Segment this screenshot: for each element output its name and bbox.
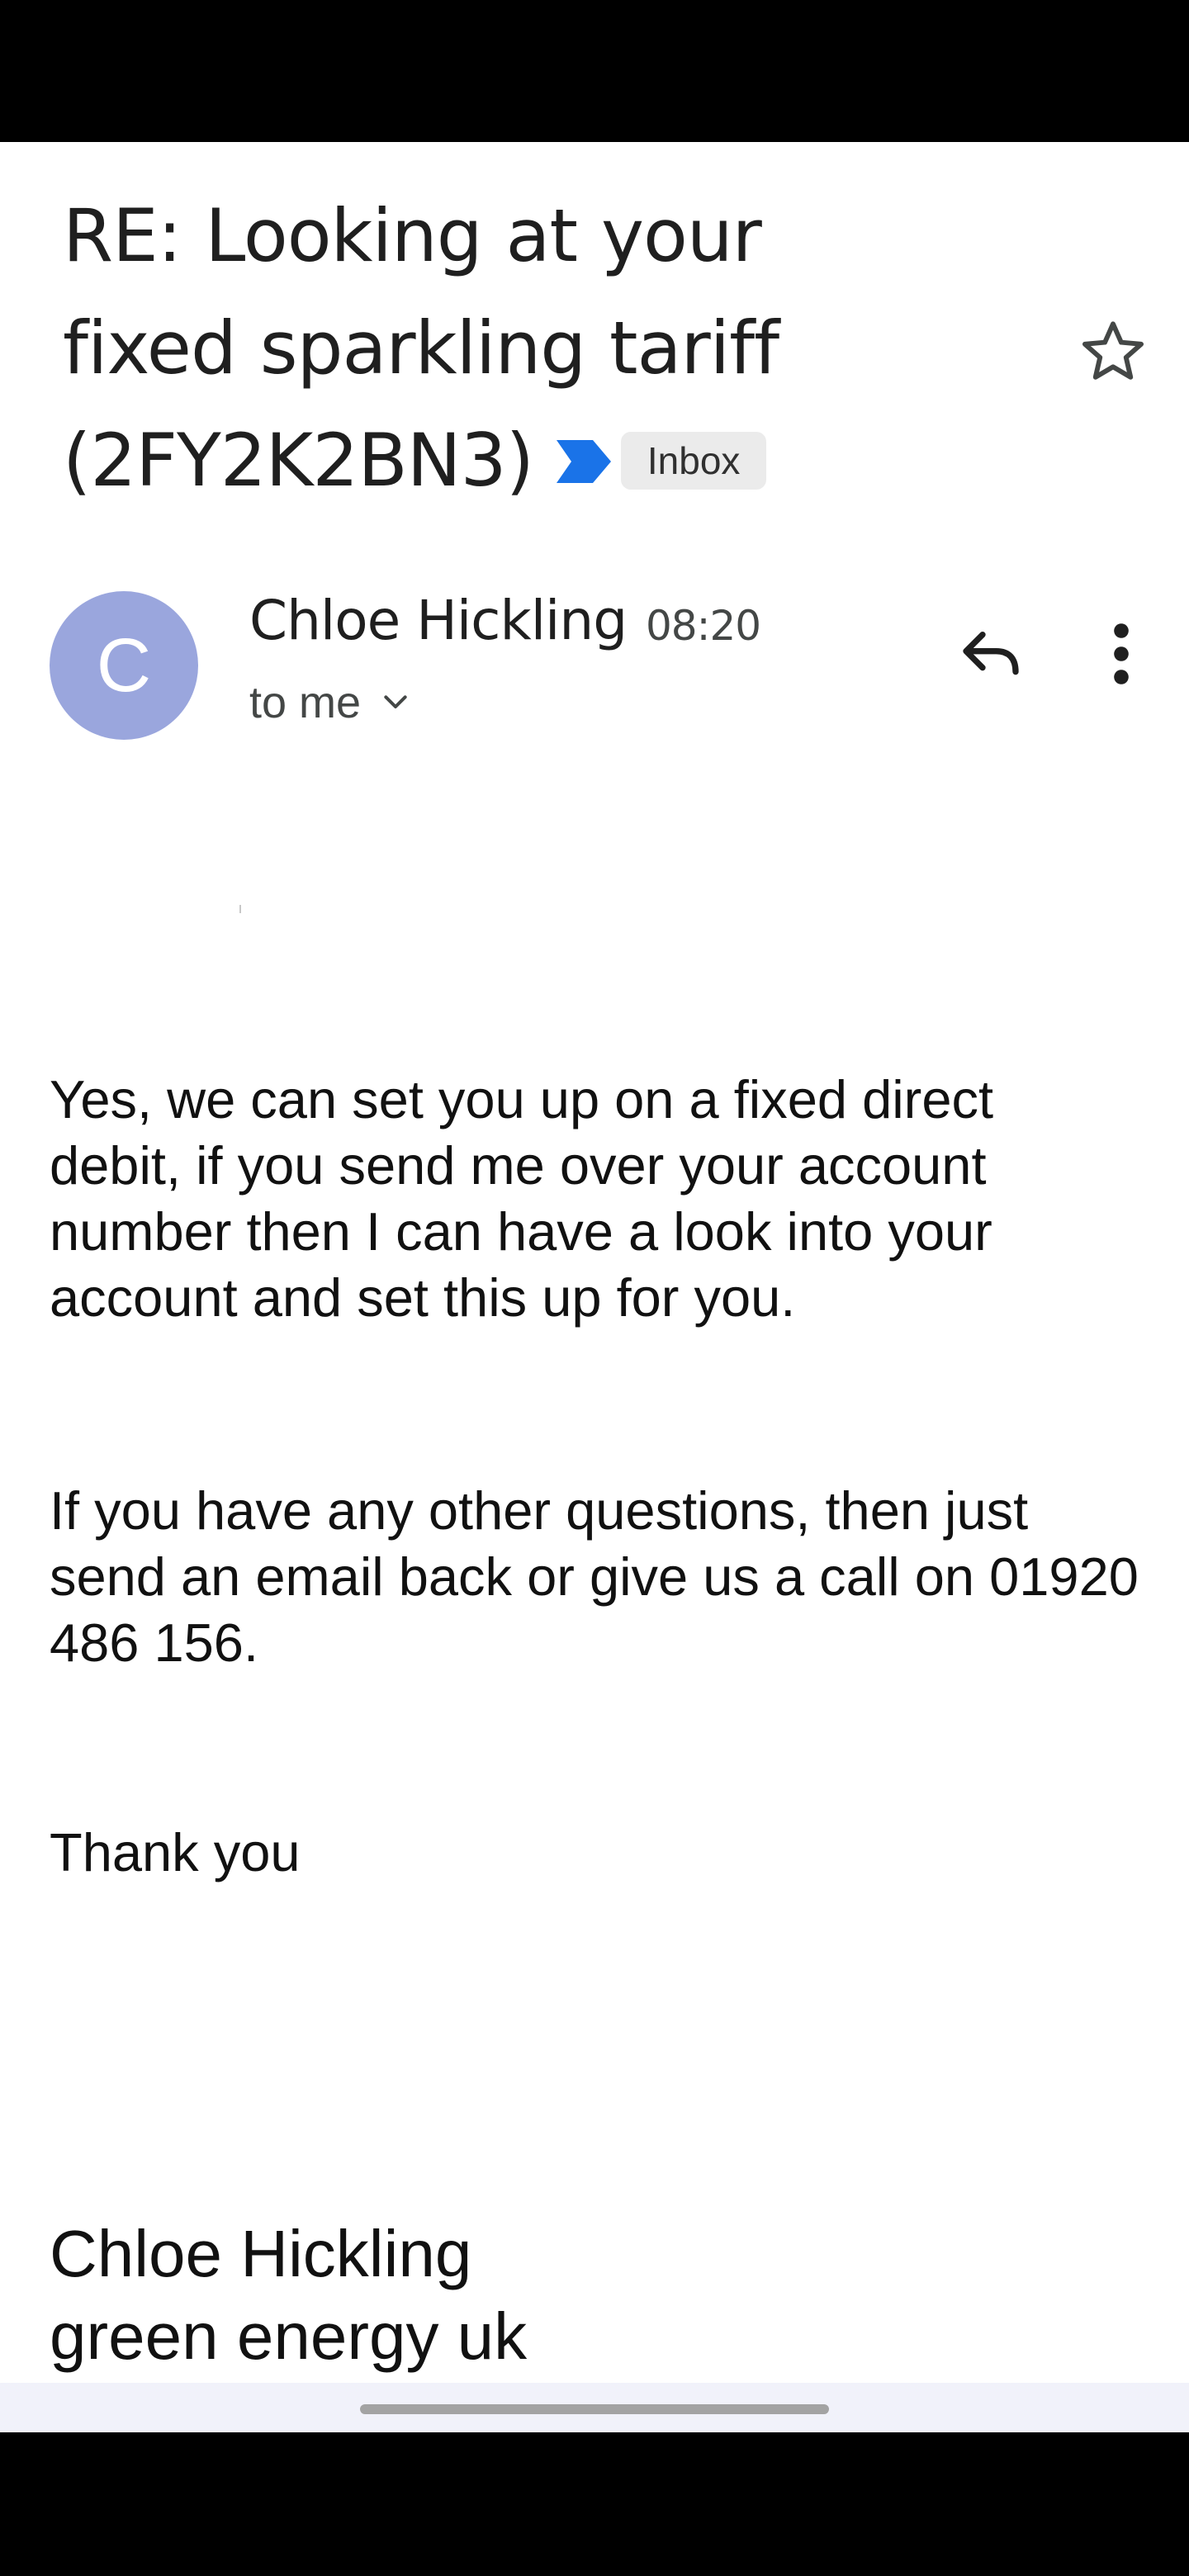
home-indicator[interactable]: [360, 2404, 829, 2414]
sent-time: 08:20: [646, 602, 761, 650]
email-subject: RE: Looking at your fixed sparkling tari…: [63, 180, 1029, 517]
bottom-system-bar: [0, 2432, 1189, 2576]
chevron-down-icon: [384, 695, 407, 708]
sender-name[interactable]: Chloe Hickling: [249, 588, 628, 654]
important-marker-icon[interactable]: [556, 440, 611, 484]
inbox-label-chip[interactable]: Inbox: [620, 432, 767, 490]
embedded-image-placeholder: [239, 905, 241, 913]
body-paragraph-2: If you have any other questions, then ju…: [50, 1480, 1139, 1673]
reply-icon[interactable]: [958, 621, 1024, 687]
body-closing: Thank you: [50, 1822, 301, 1882]
subject-line-2: fixed sparkling tariff: [63, 305, 779, 391]
signature-company: green energy uk: [50, 2299, 528, 2373]
body-paragraph-1: Yes, we can set you up on a fixed direct…: [50, 1069, 994, 1328]
subject-line-1: RE: Looking at your: [63, 193, 762, 278]
sender-avatar[interactable]: C: [50, 591, 198, 740]
subject-line-3: (2FY2K2BN3) Inbox: [63, 405, 1029, 517]
signature-name: Chloe Hickling: [50, 2217, 472, 2290]
recipient-details-toggle[interactable]: to me: [249, 675, 412, 730]
subject-line-3-text: (2FY2K2BN3): [63, 418, 534, 503]
recipient-label: to me: [249, 678, 362, 727]
more-vert-icon[interactable]: [1095, 621, 1148, 687]
star-icon[interactable]: [1077, 315, 1149, 388]
status-bar: [0, 0, 1189, 142]
